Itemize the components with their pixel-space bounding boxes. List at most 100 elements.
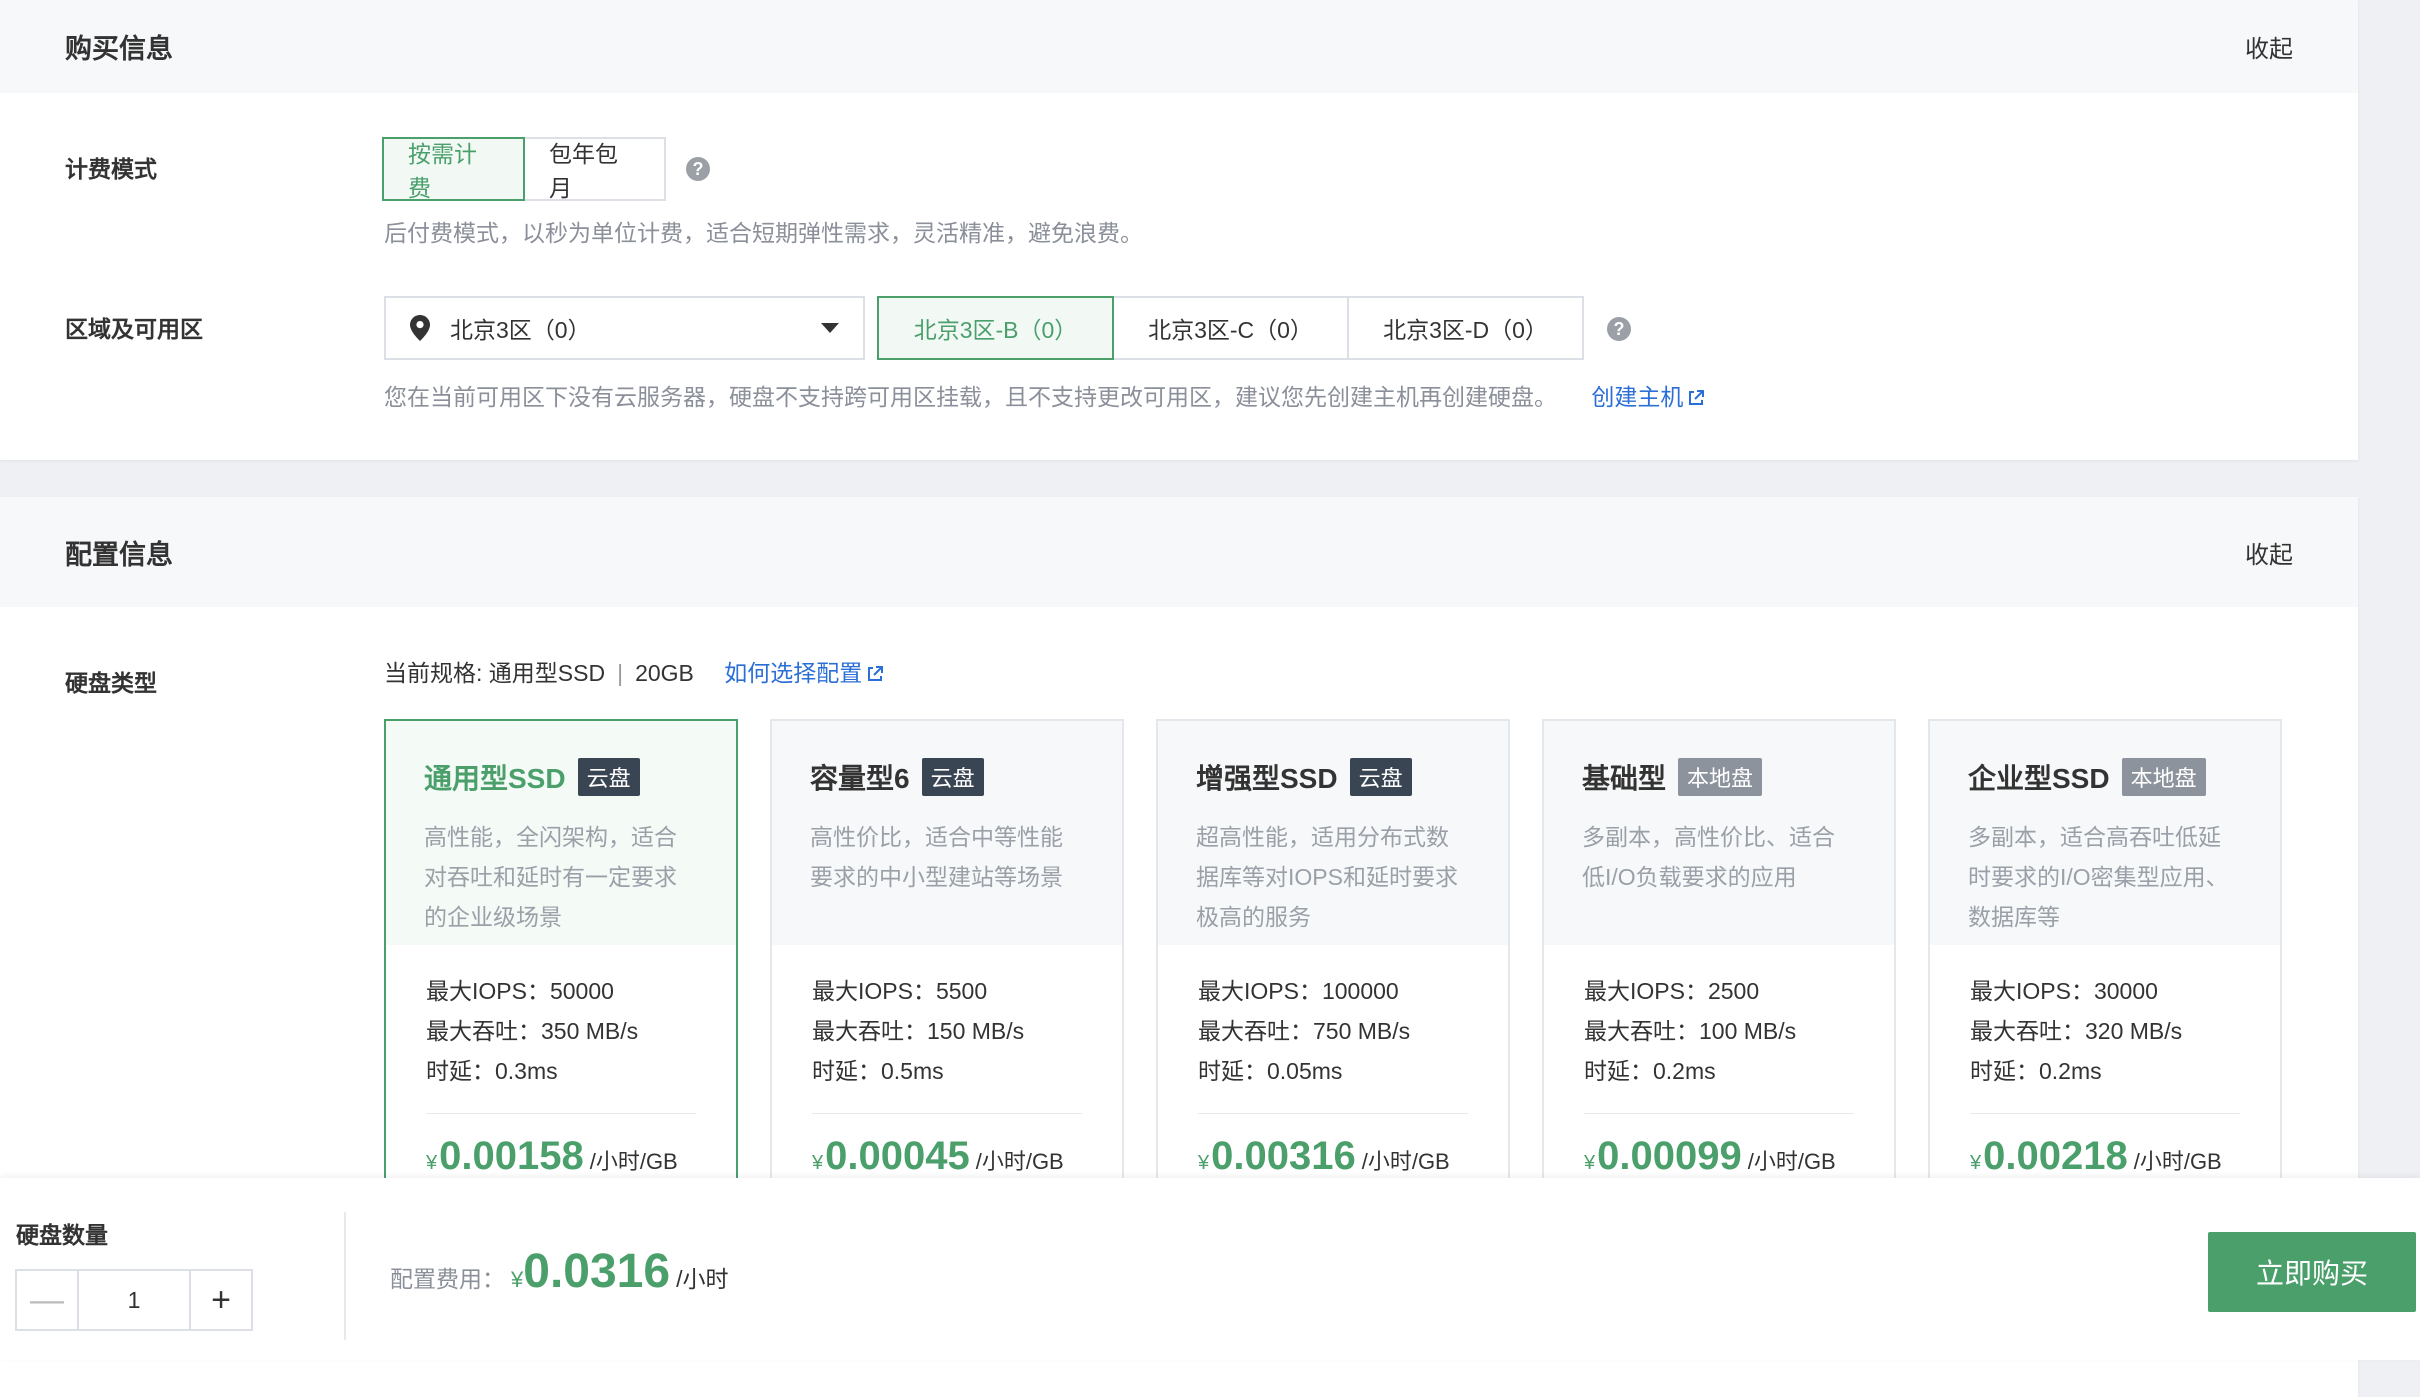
card-price-currency: ¥ [1584,1152,1596,1174]
card-price: ¥0.00099/小时/GB [1544,1114,1894,1179]
card-name: 企业型SSD [1968,763,2110,794]
zone-group: 北京3区-B（0） 北京3区-C（0） 北京3区-D（0） [877,296,1584,360]
purchase-section-header: 购买信息 收起 [0,0,2358,93]
card-title: 企业型SSD 本地盘 [1968,757,2242,797]
card-tag: 云盘 [1349,758,1412,796]
card-price-unit: /小时/GB [2133,1149,2222,1174]
bottom-divider [344,1212,346,1340]
zone-option-c[interactable]: 北京3区-C（0） [1112,296,1349,360]
zone-option-d[interactable]: 北京3区-D（0） [1347,296,1584,360]
card-header: 增强型SSD 云盘 超高性能，适用分布式数据库等对IOPS和延时要求极高的服务 [1158,721,1508,945]
disk-type-card-5[interactable]: 企业型SSD 本地盘 多副本，适合高吞吐低延时要求的I/O密集型应用、数据库等 … [1928,719,2282,1199]
disk-type-card-1[interactable]: 通用型SSD 云盘 高性能，全闪架构，适合对吞吐和延时有一定要求的企业级场景 最… [384,719,738,1199]
card-iops: 最大IOPS：50000 [426,978,614,1004]
location-pin-icon [410,315,430,341]
card-price-value: 0.00218 [1983,1134,2128,1178]
quantity-increase-button[interactable]: + [189,1269,253,1331]
card-tag: 本地盘 [1678,758,1763,796]
external-link-icon [868,666,884,681]
card-price-currency: ¥ [426,1152,438,1174]
region-hint-text: 您在当前可用区下没有云服务器，硬盘不支持跨可用区挂载，且不支持更改可用区，建议您… [384,384,1557,410]
card-specs: 最大IOPS：30000 最大吞吐：320 MB/s 时延：0.2ms [1930,945,2280,1091]
quantity-decrease-button[interactable]: — [15,1269,79,1331]
card-price: ¥0.00218/小时/GB [1930,1114,2280,1179]
quantity-stepper: — + [15,1269,253,1331]
card-throughput: 最大吞吐：750 MB/s [1198,1018,1411,1044]
card-latency: 时延：0.05ms [1198,1058,1343,1084]
card-specs: 最大IOPS：100000 最大吞吐：750 MB/s 时延：0.05ms [1158,945,1508,1091]
card-name: 通用型SSD [424,763,566,794]
card-title: 容量型6 云盘 [810,757,1084,797]
card-title: 增强型SSD 云盘 [1196,757,1470,797]
card-specs: 最大IOPS：50000 最大吞吐：350 MB/s 时延：0.3ms [386,945,736,1091]
card-header: 企业型SSD 本地盘 多副本，适合高吞吐低延时要求的I/O密集型应用、数据库等 [1930,721,2280,945]
card-tag: 云盘 [921,758,984,796]
disk-type-card-4[interactable]: 基础型 本地盘 多副本，高性价比、适合低I/O负载要求的应用 最大IOPS：25… [1542,719,1896,1199]
card-header: 通用型SSD 云盘 高性能，全闪架构，适合对吞吐和延时有一定要求的企业级场景 [386,721,736,945]
fee-unit: /小时 [676,1266,729,1292]
card-title: 基础型 本地盘 [1582,757,1856,797]
card-price-currency: ¥ [1198,1152,1210,1174]
current-spec-type: 当前规格: 通用型SSD [384,660,606,686]
card-latency: 时延：0.2ms [1970,1058,2102,1084]
external-link-icon [1689,390,1705,405]
card-throughput: 最大吞吐：150 MB/s [812,1018,1025,1044]
billing-mode-label: 计费模式 [65,156,157,182]
fee-value: 0.0316 [523,1245,671,1298]
card-specs: 最大IOPS：2500 最大吞吐：100 MB/s 时延：0.2ms [1544,945,1894,1091]
bottom-bar: 硬盘数量 — + 配置费用： ¥ 0.0316 /小时 立即购买 [0,1178,2420,1360]
chevron-down-icon [821,323,839,333]
purchase-collapse-button[interactable]: 收起 [2245,29,2293,64]
card-iops: 最大IOPS：30000 [1970,978,2158,1004]
billing-mode-group: 按需计费 包年包月 [382,137,666,201]
card-price: ¥0.00045/小时/GB [772,1114,1122,1179]
card-price-currency: ¥ [812,1152,824,1174]
card-price-unit: /小时/GB [1361,1149,1450,1174]
create-host-link-label: 创建主机 [1591,384,1684,410]
region-select-value: 北京3区（0） [450,317,591,343]
create-host-link[interactable]: 创建主机 [1591,384,1705,410]
disk-type-label: 硬盘类型 [65,670,157,696]
billing-option-monthly[interactable]: 包年包月 [523,137,666,201]
card-iops: 最大IOPS：5500 [812,978,988,1004]
card-price-value: 0.00316 [1211,1134,1356,1178]
zone-help-icon[interactable]: ? [1607,317,1631,341]
region-label: 区域及可用区 [65,316,203,342]
card-specs: 最大IOPS：5500 最大吞吐：150 MB/s 时延：0.5ms [772,945,1122,1091]
spec-separator: | [617,660,624,686]
region-select[interactable]: 北京3区（0） [384,296,865,360]
purchase-section-title: 购买信息 [65,34,173,64]
config-collapse-button[interactable]: 收起 [2245,535,2293,570]
how-to-choose-link-label: 如何选择配置 [724,660,863,686]
card-name: 容量型6 [810,763,910,794]
card-price-value: 0.00045 [825,1134,970,1178]
card-description: 多副本，高性价比、适合低I/O负载要求的应用 [1582,824,1835,890]
disk-type-card-2[interactable]: 容量型6 云盘 高性价比，适合中等性能要求的中小型建站等场景 最大IOPS：55… [770,719,1124,1199]
billing-hint: 后付费模式，以秒为单位计费，适合短期弹性需求，灵活精准，避免浪费。 [384,220,1143,246]
billing-help-icon[interactable]: ? [686,157,710,181]
fee-label: 配置费用： [390,1266,505,1292]
disk-type-card-3[interactable]: 增强型SSD 云盘 超高性能，适用分布式数据库等对IOPS和延时要求极高的服务 … [1156,719,1510,1199]
card-latency: 时延：0.5ms [812,1058,944,1084]
card-header: 基础型 本地盘 多副本，高性价比、适合低I/O负载要求的应用 [1544,721,1894,945]
card-price-currency: ¥ [1970,1152,1982,1174]
card-price-unit: /小时/GB [1747,1149,1836,1174]
card-tag: 本地盘 [2121,758,2206,796]
card-throughput: 最大吞吐：320 MB/s [1970,1018,2183,1044]
card-description: 超高性能，适用分布式数据库等对IOPS和延时要求极高的服务 [1196,824,1458,930]
current-spec: 当前规格: 通用型SSD | 20GB 如何选择配置 [384,654,884,688]
card-header: 容量型6 云盘 高性价比，适合中等性能要求的中小型建站等场景 [772,721,1122,945]
quantity-input[interactable] [79,1269,189,1331]
region-hint: 您在当前可用区下没有云服务器，硬盘不支持跨可用区挂载，且不支持更改可用区，建议您… [384,378,1705,412]
card-iops: 最大IOPS：100000 [1198,978,1399,1004]
buy-now-button[interactable]: 立即购买 [2208,1232,2416,1312]
how-to-choose-link[interactable]: 如何选择配置 [724,660,884,686]
card-price: ¥0.00158/小时/GB [386,1114,736,1179]
card-description: 多副本，适合高吞吐低延时要求的I/O密集型应用、数据库等 [1968,824,2229,930]
fee-currency: ¥ [511,1267,524,1292]
billing-option-on-demand[interactable]: 按需计费 [382,137,525,201]
card-description: 高性能，全闪架构，适合对吞吐和延时有一定要求的企业级场景 [424,824,677,930]
card-throughput: 最大吞吐：350 MB/s [426,1018,639,1044]
zone-option-b[interactable]: 北京3区-B（0） [877,296,1114,360]
disk-type-cards: 通用型SSD 云盘 高性能，全闪架构，适合对吞吐和延时有一定要求的企业级场景 最… [384,719,2282,1199]
